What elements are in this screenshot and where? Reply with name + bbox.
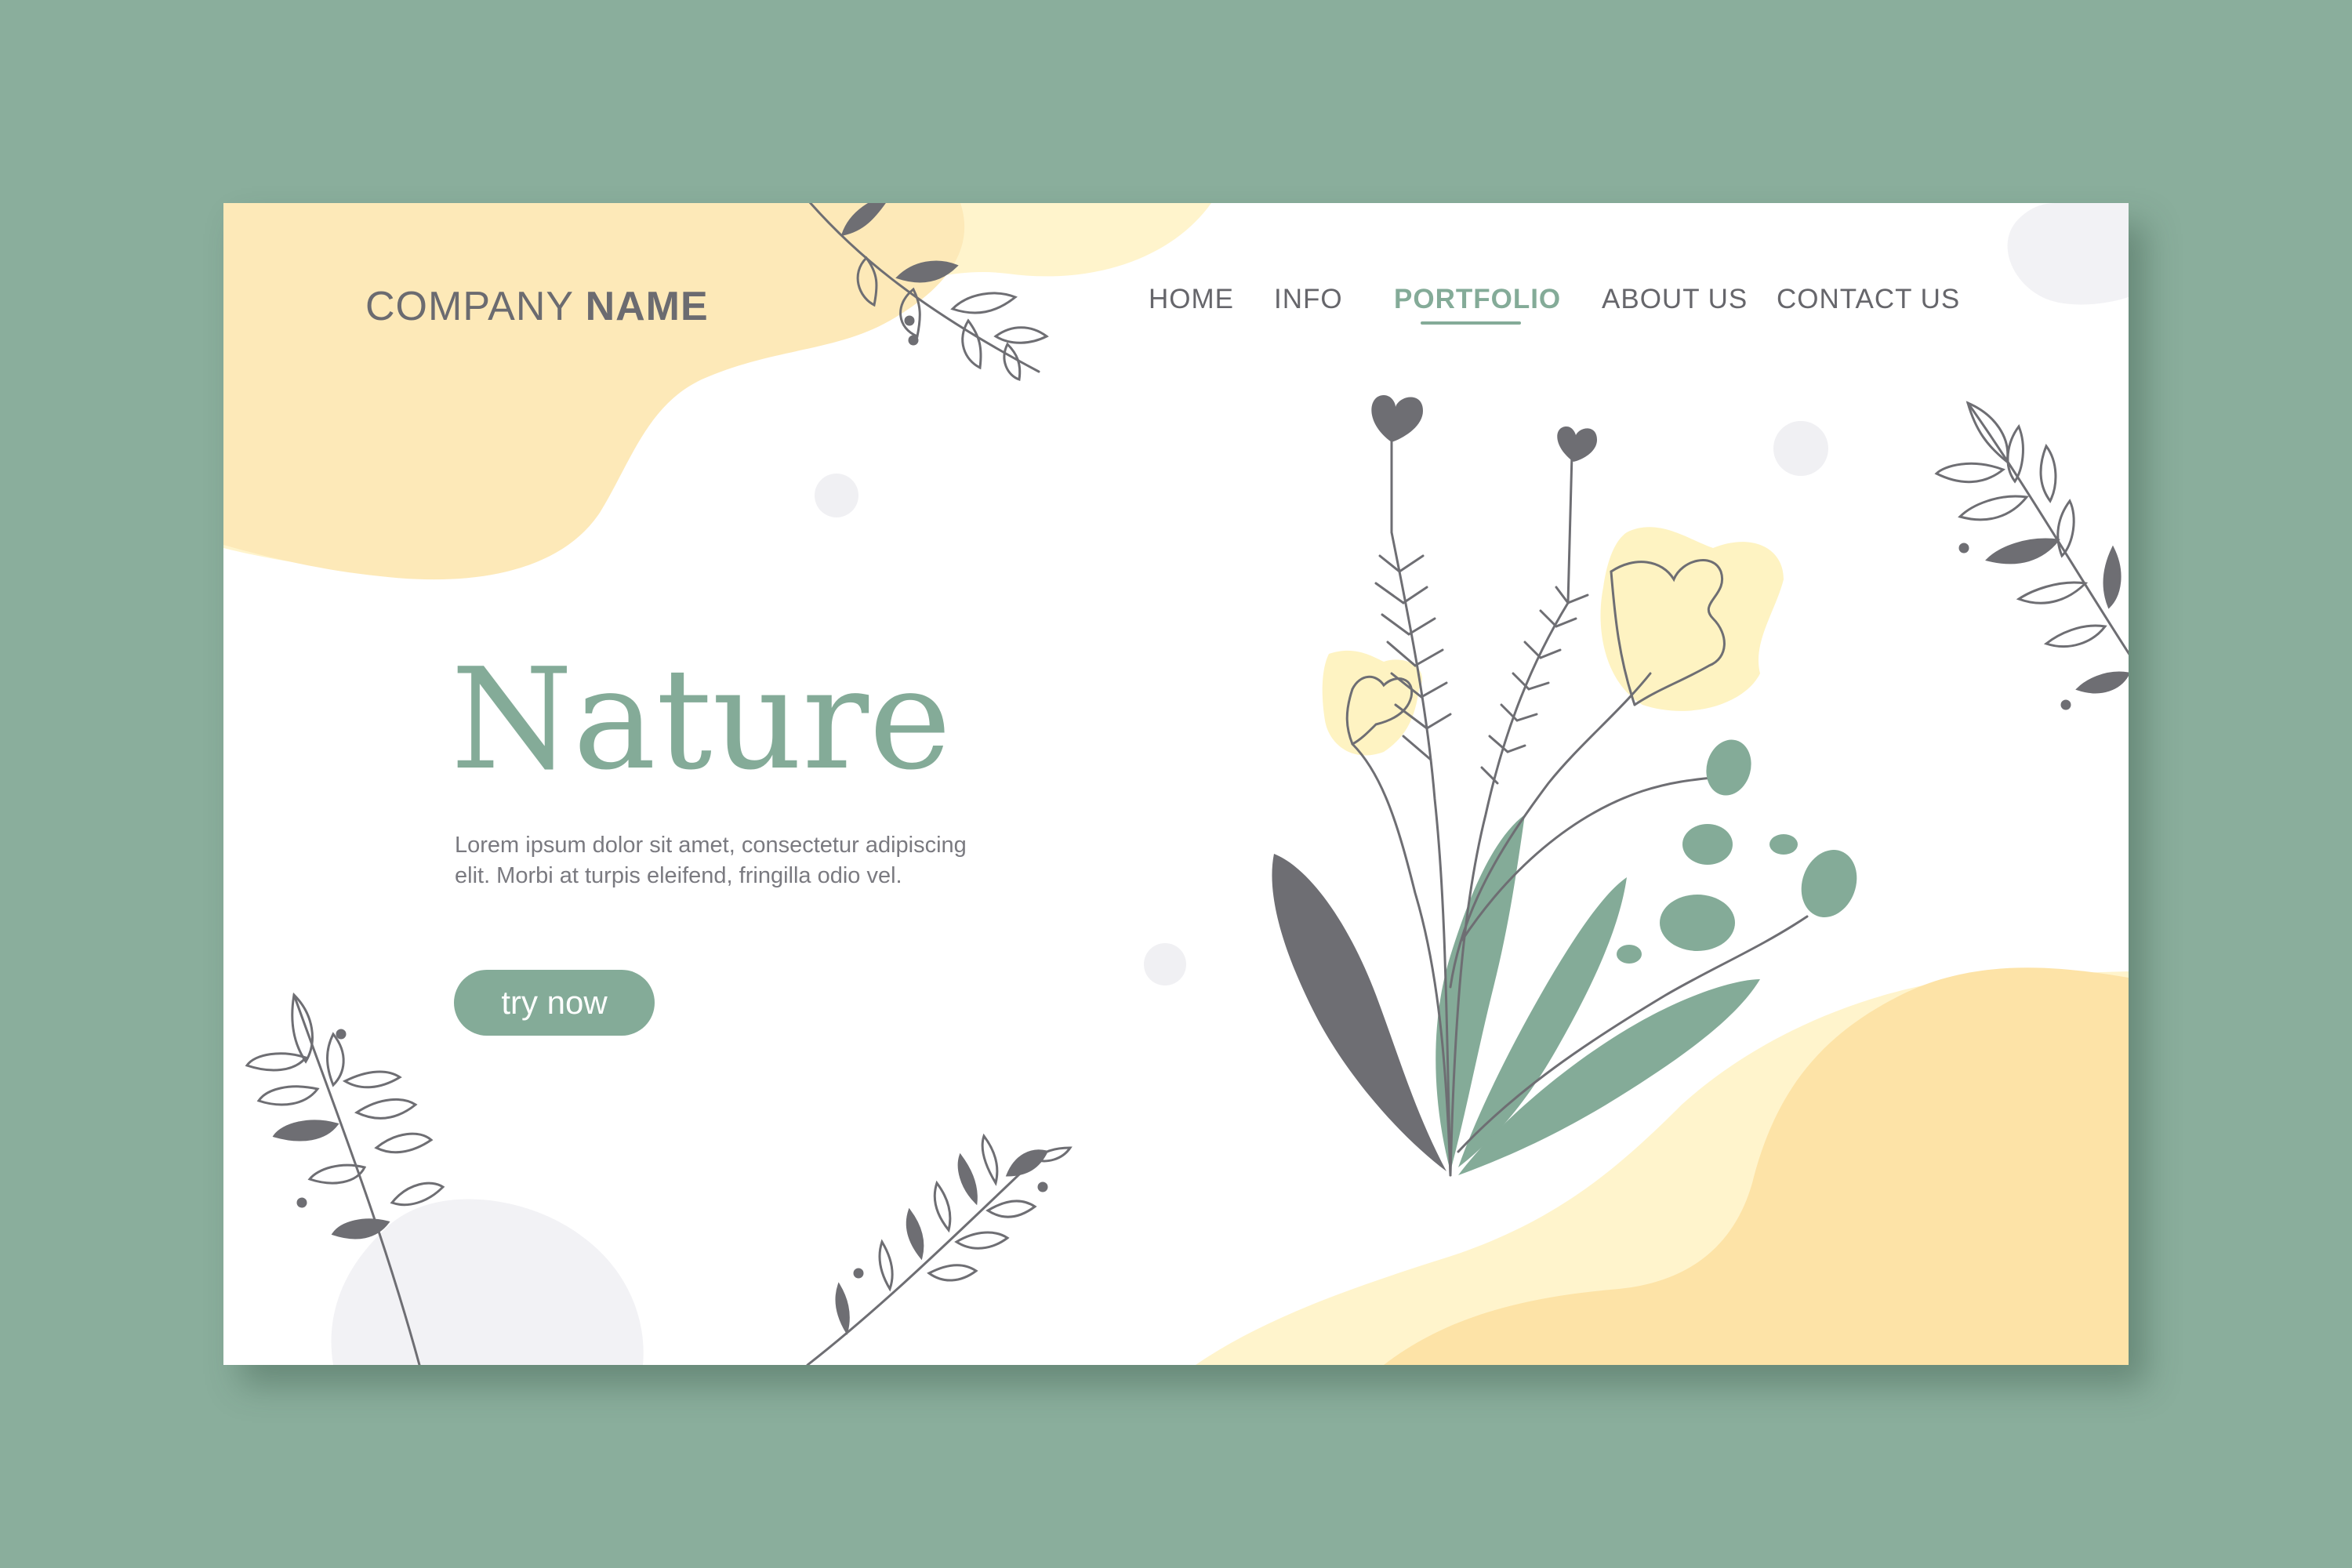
blob-top-left (223, 203, 965, 580)
landing-page: COMPANY NAME HOME INFO PORTFOLIO ABOUT U… (223, 203, 2129, 1365)
leaf-branch-icon (806, 1133, 1073, 1365)
hero-description: Lorem ipsum dolor sit amet, consectetur … (455, 833, 967, 888)
main-nav: HOME INFO PORTFOLIO ABOUT US CONTACT US (223, 284, 2129, 347)
dot-gray-1 (815, 474, 858, 517)
nav-item-info[interactable]: INFO (1274, 284, 1343, 315)
backdrop: COMPANY NAME HOME INFO PORTFOLIO ABOUT U… (0, 0, 2352, 1568)
hero-title: Nature (451, 638, 952, 800)
nav-item-about-us[interactable]: ABOUT US (1602, 284, 1748, 315)
try-now-button[interactable]: try now (454, 970, 655, 1036)
leaf-branch-icon (1934, 401, 2129, 710)
nav-item-home[interactable]: HOME (1149, 284, 1234, 315)
dot-gray-2 (1773, 421, 1828, 476)
nav-item-contact-us[interactable]: CONTACT US (1777, 284, 1960, 315)
nav-active-underline (1421, 321, 1521, 325)
nav-item-portfolio[interactable]: PORTFOLIO (1394, 284, 1561, 315)
dot-gray-3 (1144, 943, 1186, 985)
